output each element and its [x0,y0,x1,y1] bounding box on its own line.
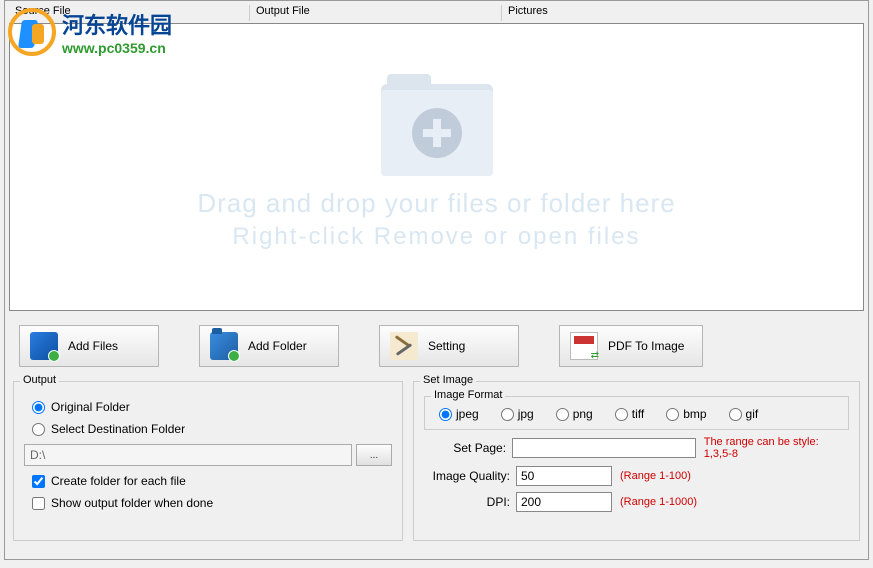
dpi-input[interactable] [516,492,612,512]
output-group: Output Original Folder Select Destinatio… [13,381,403,541]
dpi-hint: (Range 1-1000) [620,496,697,508]
pdf-to-image-label: PDF To Image [608,339,684,353]
original-folder-label: Original Folder [51,400,130,414]
add-folder-button[interactable]: Add Folder [199,325,339,367]
show-output-folder-label: Show output folder when done [51,496,213,510]
create-folder-checkbox[interactable] [32,475,45,488]
output-legend: Output [20,374,59,386]
setting-icon [390,332,418,360]
add-files-icon [30,332,58,360]
header-output-file: Output File [249,5,501,21]
add-folder-label: Add Folder [248,339,307,353]
add-folder-icon [210,332,238,360]
pdf-to-image-button[interactable]: PDF To Image [559,325,703,367]
create-folder-label: Create folder for each file [51,474,186,488]
format-jpeg-label: jpeg [456,407,479,421]
original-folder-radio[interactable] [32,401,45,414]
header-source-file: Source File [9,5,249,21]
format-gif-radio[interactable] [729,408,742,421]
dpi-label: DPI: [424,495,510,509]
add-files-label: Add Files [68,339,118,353]
format-tiff-radio[interactable] [615,408,628,421]
column-headers: Source File Output File Pictures [9,5,864,21]
format-jpg-label: jpg [518,407,534,421]
destination-path-input[interactable] [24,444,352,466]
set-image-group: Set Image Image Format jpeg jpg png tiff… [413,381,860,541]
browse-destination-button[interactable]: ... [356,444,392,466]
select-destination-radio[interactable] [32,423,45,436]
main-panel: Source File Output File Pictures Drag an… [4,0,869,560]
drop-hint-line2: Right-click Remove or open files [232,223,640,251]
format-png-label: png [573,407,593,421]
image-quality-hint: (Range 1-100) [620,470,691,482]
format-tiff-label: tiff [632,407,644,421]
set-image-legend: Set Image [420,374,476,386]
header-pictures: Pictures [501,5,864,21]
toolbar: Add Files Add Folder Setting PDF To Imag… [19,325,864,367]
format-gif-label: gif [746,407,759,421]
set-page-label: Set Page: [424,441,506,455]
format-bmp-radio[interactable] [666,408,679,421]
select-destination-label: Select Destination Folder [51,422,185,436]
image-format-legend: Image Format [431,389,505,401]
format-jpeg-radio[interactable] [439,408,452,421]
pdf-to-image-icon [570,332,598,360]
file-drop-zone[interactable]: Drag and drop your files or folder here … [9,23,864,311]
add-files-button[interactable]: Add Files [19,325,159,367]
image-quality-input[interactable] [516,466,612,486]
format-bmp-label: bmp [683,407,706,421]
format-png-radio[interactable] [556,408,569,421]
show-output-folder-checkbox[interactable] [32,497,45,510]
set-page-input[interactable] [512,438,696,458]
image-quality-label: Image Quality: [424,469,510,483]
setting-button[interactable]: Setting [379,325,519,367]
format-jpg-radio[interactable] [501,408,514,421]
image-format-group: Image Format jpeg jpg png tiff bmp gif [424,396,849,430]
add-folder-placeholder-icon [381,84,493,176]
drop-hint-line1: Drag and drop your files or folder here [197,188,675,219]
set-page-hint: The range can be style: 1,3,5-8 [704,436,849,460]
setting-label: Setting [428,339,465,353]
